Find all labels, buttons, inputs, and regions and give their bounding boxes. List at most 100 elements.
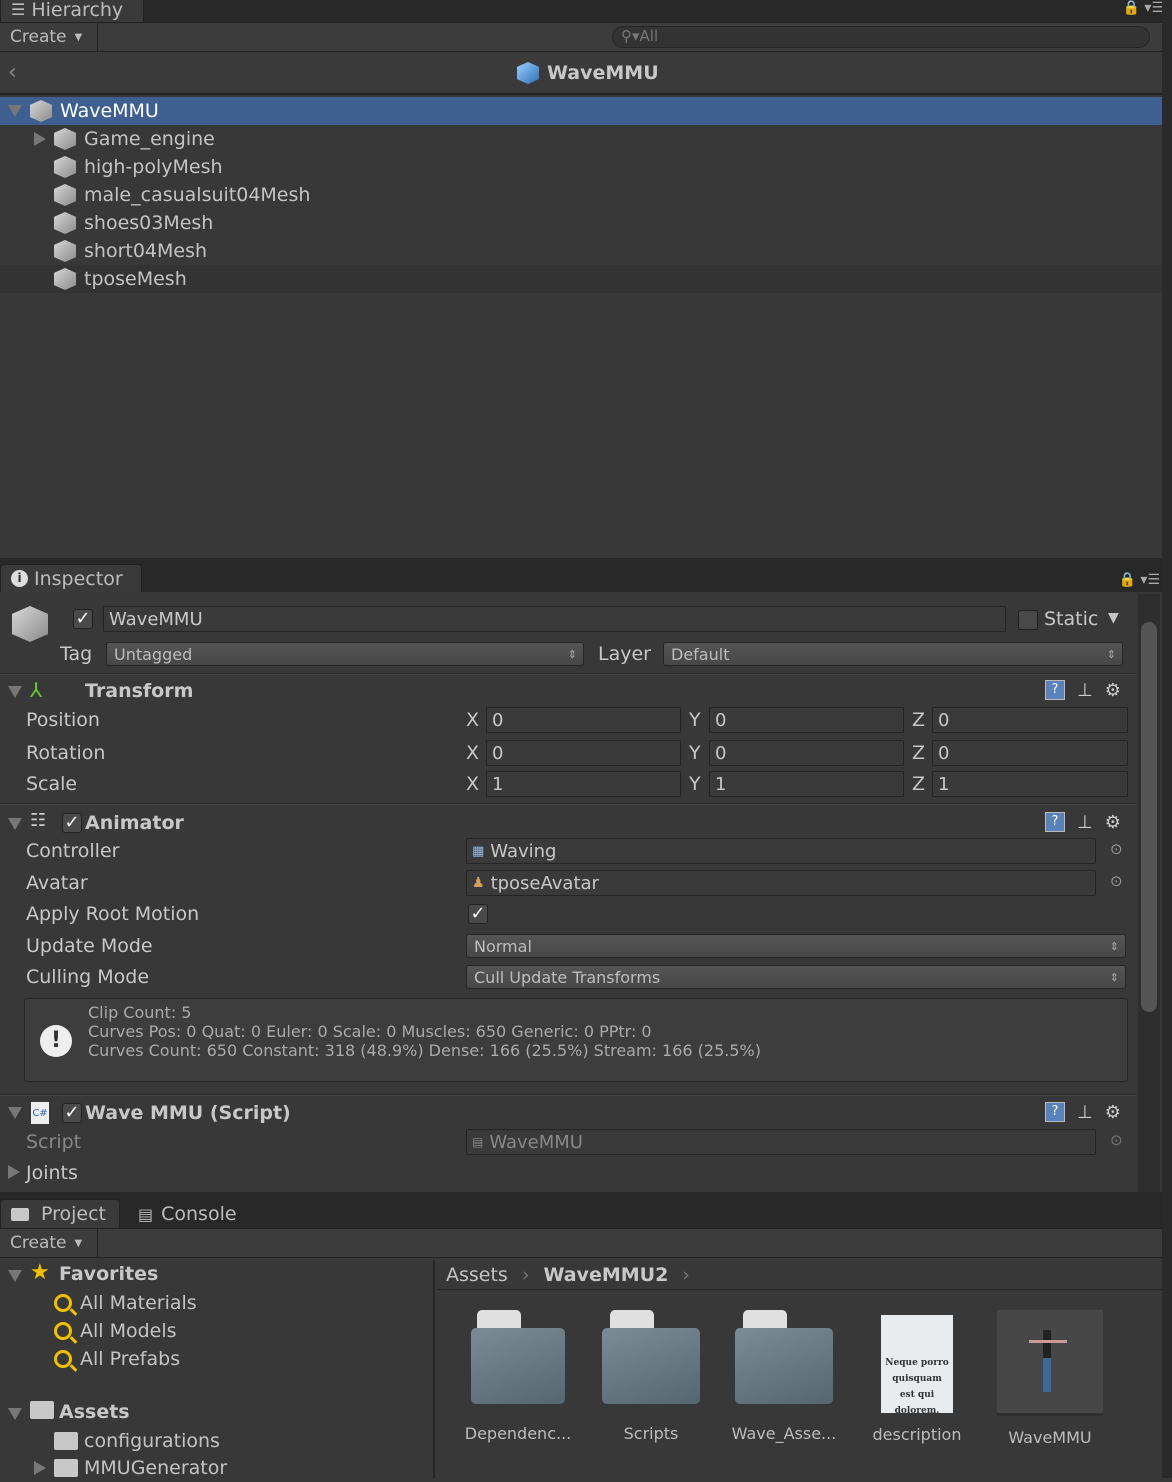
tag-dropdown[interactable]: Untagged <box>106 642 584 666</box>
layer-dropdown[interactable]: Default <box>663 642 1123 666</box>
name-field[interactable]: WaveMMU <box>103 606 1006 632</box>
scrollbar-thumb[interactable] <box>1141 622 1157 1012</box>
asset-item[interactable]: Scripts <box>591 1310 711 1447</box>
gameobject-icon <box>30 100 52 122</box>
model-preview <box>997 1310 1103 1416</box>
position-x[interactable]: 0 <box>486 707 681 733</box>
position-z[interactable]: 0 <box>932 707 1128 733</box>
tree-item[interactable]: WaveMMU <box>0 97 1162 125</box>
asset-item[interactable]: Neque porro quisquam est qui dolorem. des… <box>857 1310 977 1447</box>
tree-item[interactable]: male_casualsuit04Mesh <box>0 181 1162 209</box>
help-icon[interactable]: ? <box>1045 1102 1065 1122</box>
tree-item[interactable]: short04Mesh <box>0 237 1162 265</box>
search-icon <box>54 1294 72 1312</box>
tab-console[interactable]: ▤ Console <box>138 1203 237 1225</box>
hierarchy-tree: WaveMMU Game_engine high-polyMesh male_c… <box>0 97 1162 293</box>
update-mode-dropdown[interactable]: Normal <box>466 934 1126 958</box>
preset-icon[interactable]: ⊥ <box>1077 812 1093 833</box>
tree-item[interactable]: Game_engine <box>0 125 1162 153</box>
expand-arrow-icon[interactable] <box>34 1461 46 1475</box>
create-button[interactable]: Create ▼ <box>0 1229 98 1257</box>
breadcrumb-assets[interactable]: Assets <box>446 1264 508 1286</box>
active-checkbox[interactable]: ✓ <box>73 609 93 629</box>
foldout-arrow-icon[interactable] <box>8 1408 22 1420</box>
scale-y[interactable]: 1 <box>709 771 904 797</box>
animator-info-box: ! Clip Count: 5 Curves Pos: 0 Quat: 0 Eu… <box>24 998 1128 1082</box>
component-tools: ? ⊥ ⚙ <box>1045 1102 1121 1123</box>
asset-grid: Dependenc... Scripts Wave_Asse... Neque … <box>458 1310 1110 1447</box>
static-checkbox[interactable] <box>1018 610 1038 630</box>
preset-icon[interactable]: ⊥ <box>1077 680 1093 701</box>
component-tools: ? ⊥ ⚙ <box>1045 812 1121 833</box>
static-dropdown-icon[interactable]: ▼ <box>1108 610 1119 626</box>
gear-icon[interactable]: ⚙ <box>1105 680 1121 701</box>
component-title: Transform <box>85 680 194 702</box>
collapse-arrow-icon[interactable] <box>34 132 46 146</box>
list-icon: ☰ <box>11 0 26 19</box>
folder-icon <box>471 1310 565 1404</box>
favorite-item[interactable]: All Materials <box>54 1289 197 1317</box>
tree-item[interactable]: shoes03Mesh <box>0 209 1162 237</box>
prefab-cube-icon <box>517 62 539 84</box>
position-y[interactable]: 0 <box>709 707 904 733</box>
favorite-item[interactable]: All Models <box>54 1317 177 1345</box>
scene-title: WaveMMU <box>547 62 659 84</box>
asset-item[interactable]: WaveMMU <box>990 1310 1110 1447</box>
object-picker-icon[interactable]: ⊙ <box>1110 872 1123 890</box>
rotation-x[interactable]: 0 <box>486 740 681 766</box>
tree-item[interactable]: tposeMesh <box>0 265 1162 293</box>
chevron-down-icon: ▼ <box>74 31 83 43</box>
tree-item[interactable]: high-polyMesh <box>0 153 1162 181</box>
asset-item[interactable]: Dependenc... <box>458 1310 578 1447</box>
help-icon[interactable]: ? <box>1045 680 1065 700</box>
foldout-arrow-icon[interactable] <box>8 1107 22 1119</box>
scale-z[interactable]: 1 <box>932 771 1128 797</box>
search-input[interactable]: ⚲▾All <box>612 26 1150 48</box>
tab-hierarchy[interactable]: ☰ Hierarchy <box>0 0 144 22</box>
animator-enabled-checkbox[interactable]: ✓ <box>62 813 82 833</box>
inspector-scrollbar[interactable] <box>1138 594 1160 1192</box>
gameobject-icon[interactable] <box>12 606 48 642</box>
rotation-z[interactable]: 0 <box>932 740 1128 766</box>
gameobject-icon <box>54 184 76 206</box>
animator-controller-icon: ▦ <box>472 843 485 859</box>
rotation-y[interactable]: 0 <box>709 740 904 766</box>
help-icon[interactable]: ? <box>1045 812 1065 832</box>
folder-icon <box>54 1432 78 1450</box>
foldout-arrow-icon[interactable] <box>8 686 22 698</box>
expand-arrow-icon[interactable] <box>8 105 22 117</box>
script-field: ▤ WaveMMU <box>466 1129 1096 1155</box>
asset-item[interactable]: Wave_Asse... <box>724 1310 844 1447</box>
folder-item[interactable]: configurations <box>54 1427 220 1455</box>
tab-project[interactable]: Project <box>0 1199 120 1228</box>
tab-inspector[interactable]: i Inspector <box>0 564 142 592</box>
gear-icon[interactable]: ⚙ <box>1105 812 1121 833</box>
scale-row: Scale X1 Y1 Z1 <box>0 768 1136 799</box>
breadcrumb-wavemmu2[interactable]: WaveMMU2 <box>543 1264 668 1286</box>
back-arrow-icon[interactable]: ‹ <box>8 60 17 85</box>
scene-header: ‹ WaveMMU <box>0 52 1162 95</box>
gear-icon[interactable]: ⚙ <box>1105 1102 1121 1123</box>
preset-icon[interactable]: ⊥ <box>1077 1102 1093 1123</box>
hierarchy-toolbar: Create ▼ ⚲▾All <box>0 22 1172 52</box>
folder-icon <box>735 1310 833 1404</box>
create-button[interactable]: Create ▼ <box>0 23 98 51</box>
avatar-field[interactable]: ♟ tposeAvatar <box>466 870 1096 896</box>
apply-root-motion-checkbox[interactable]: ✓ <box>468 904 488 924</box>
script-enabled-checkbox[interactable]: ✓ <box>62 1103 82 1123</box>
divider <box>0 673 1136 675</box>
joints-foldout[interactable]: Joints <box>26 1162 78 1184</box>
foldout-arrow-icon[interactable] <box>8 818 22 830</box>
component-tools: ? ⊥ ⚙ <box>1045 680 1121 701</box>
position-row: Position X0 Y0 Z0 <box>0 706 1136 737</box>
favorite-item[interactable]: All Prefabs <box>54 1345 180 1373</box>
panel-menu-icon[interactable]: 🔒 ▾☰ <box>1123 0 1164 16</box>
object-picker-icon[interactable]: ⊙ <box>1110 840 1123 858</box>
divider <box>0 803 1136 805</box>
controller-field[interactable]: ▦ Waving <box>466 838 1096 864</box>
panel-menu-icon[interactable]: 🔒 ▾☰ <box>1119 572 1160 588</box>
scale-x[interactable]: 1 <box>486 771 681 797</box>
foldout-arrow-icon[interactable] <box>8 1270 22 1282</box>
foldout-arrow-icon[interactable] <box>8 1165 20 1179</box>
culling-mode-dropdown[interactable]: Cull Update Transforms <box>466 965 1126 989</box>
